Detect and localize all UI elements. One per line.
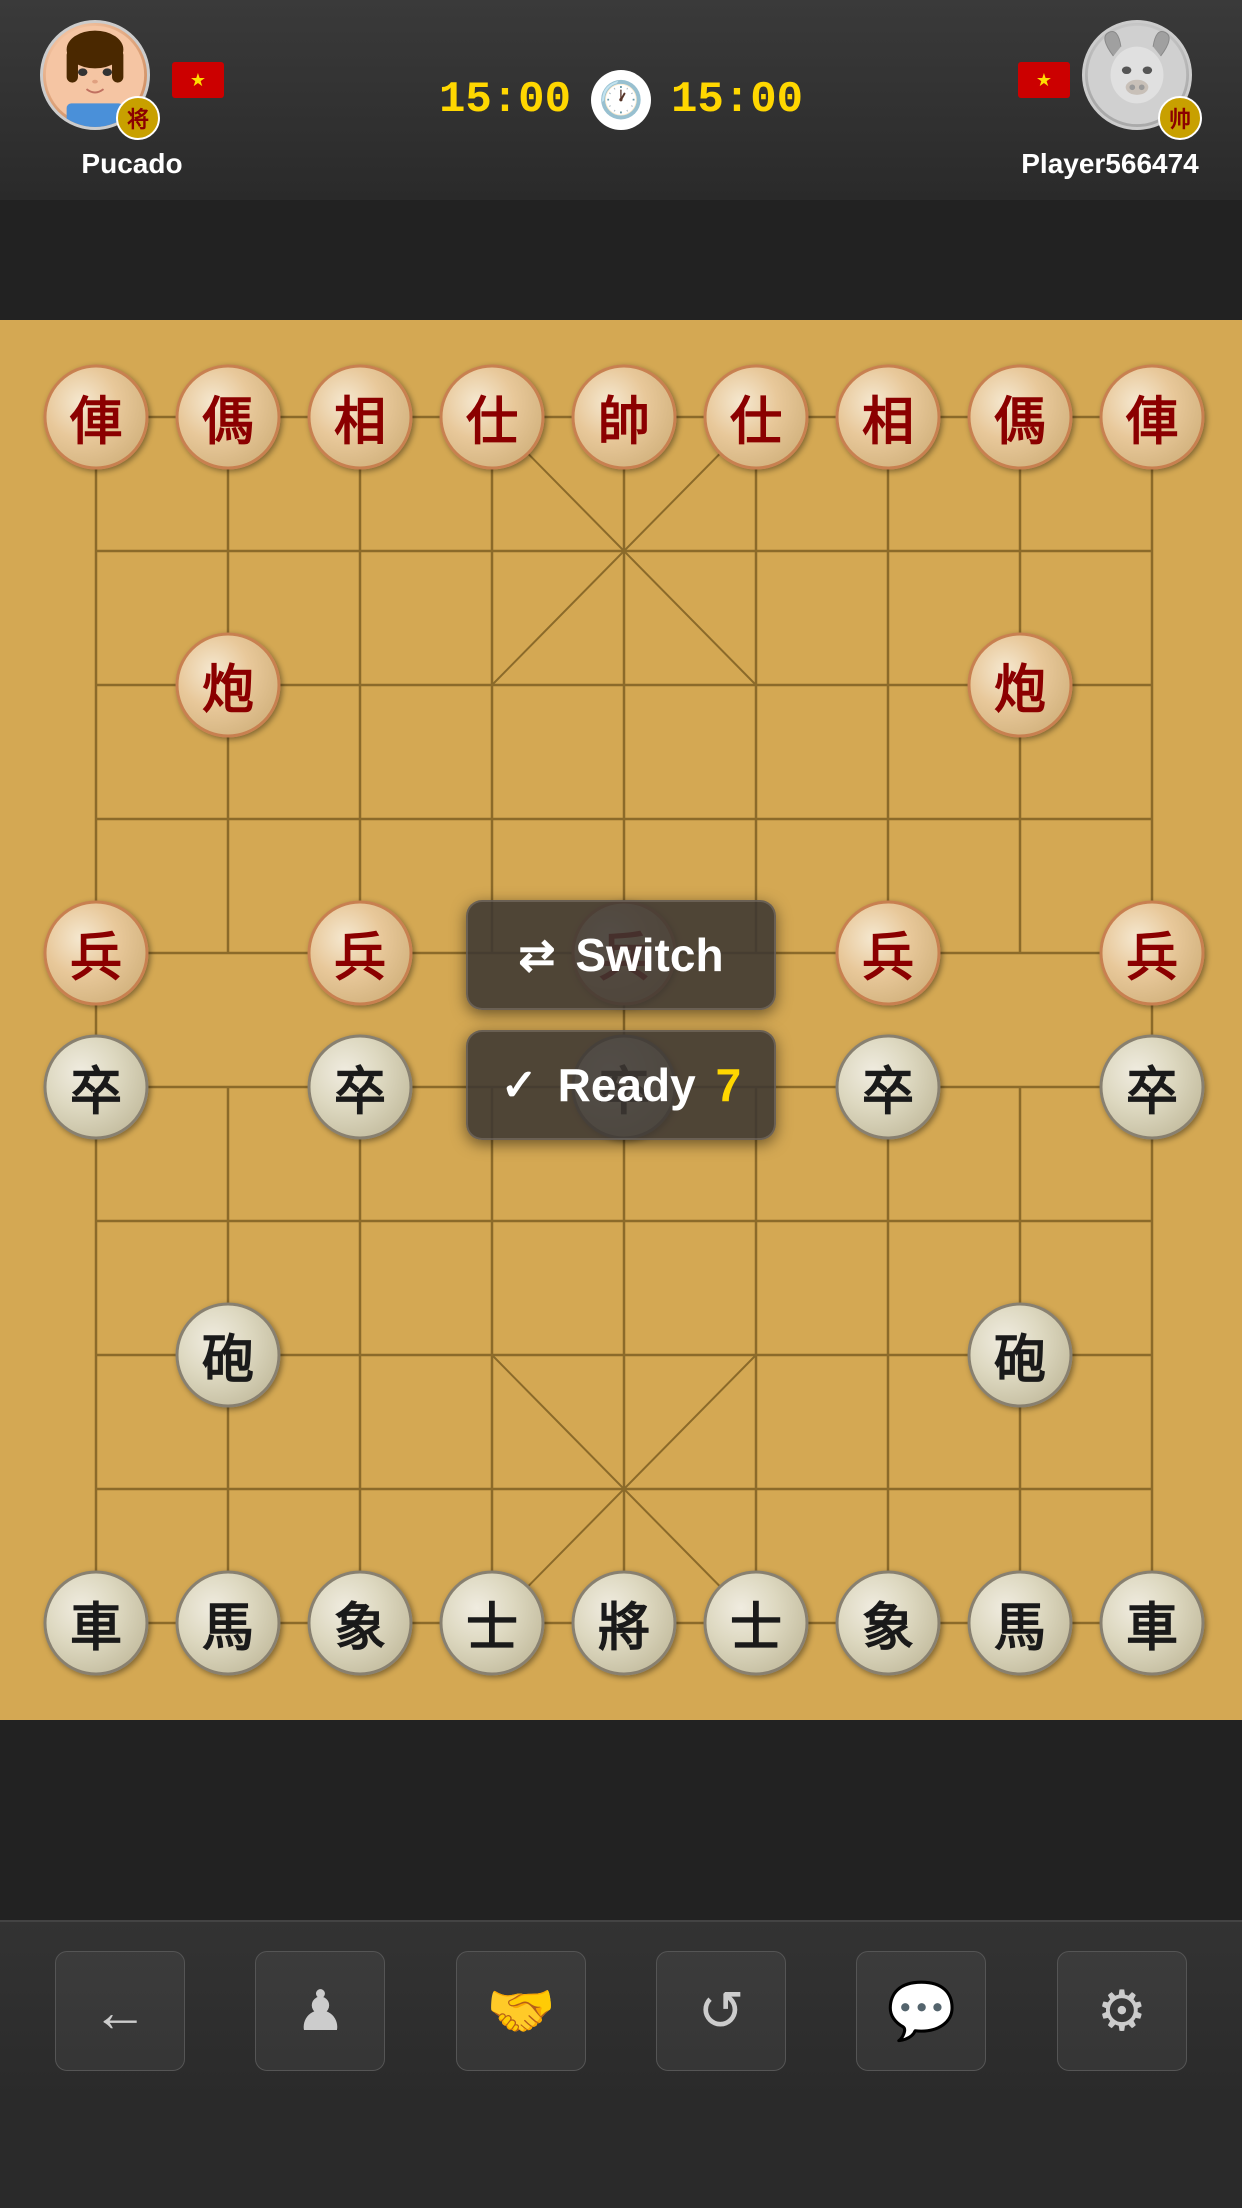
piece[interactable]: 傌 [176,365,281,470]
piece[interactable]: 俥 [44,365,149,470]
settings-button[interactable]: ⚙ [1057,1951,1187,2071]
handshake-button[interactable]: 🤝 [456,1951,586,2071]
back-button[interactable]: ← [55,1951,185,2071]
ready-button[interactable]: ✓ Ready 7 [466,1030,776,1140]
piece[interactable]: 炮 [968,633,1073,738]
header: 将 ★ Pucado 15:00 🕐 15:00 ★ [0,0,1242,200]
piece[interactable]: 士 [440,1571,545,1676]
player-icon: ♟ [295,1978,345,2044]
back-icon: ← [92,1979,148,2044]
piece[interactable]: 砲 [176,1303,281,1408]
piece[interactable]: 車 [1100,1571,1205,1676]
piece[interactable]: 馬 [968,1571,1073,1676]
piece[interactable]: 俥 [1100,365,1205,470]
player2-flag: ★ [1018,62,1070,98]
player1-info: 将 ★ Pucado [40,20,224,180]
player-icon-button[interactable]: ♟ [255,1951,385,2071]
piece[interactable]: 卒 [44,1035,149,1140]
piece[interactable]: 車 [44,1571,149,1676]
clock-icon: 🕐 [591,70,651,130]
piece[interactable]: 相 [308,365,413,470]
piece[interactable]: 兵 [308,901,413,1006]
player1-name: Pucado [81,148,182,180]
piece[interactable]: 相 [836,365,941,470]
piece[interactable]: 卒 [1100,1035,1205,1140]
piece[interactable]: 馬 [176,1571,281,1676]
piece[interactable]: 傌 [968,365,1073,470]
player1-flag: ★ [172,62,224,98]
player2-avatar-container: 帅 [1082,20,1202,140]
ready-count: 7 [716,1058,742,1112]
chat-icon: 💬 [887,1978,957,2044]
undo-button[interactable]: ↺ [656,1951,786,2071]
undo-icon: ↺ [698,1978,745,2044]
player2-name: Player566474 [1021,148,1199,180]
player2-badge: 帅 [1158,96,1202,140]
piece[interactable]: 兵 [1100,901,1205,1006]
player2-info: ★ [1018,20,1202,180]
piece[interactable]: 砲 [968,1303,1073,1408]
piece[interactable]: 兵 [836,901,941,1006]
piece[interactable]: 將 [572,1571,677,1676]
board-container: 俥傌相仕帥仕相傌俥炮炮兵兵兵兵兵卒卒卒卒卒砲砲車馬象士將士象馬車 ⇄ Switc… [0,320,1242,1720]
timer-section: 15:00 🕐 15:00 [439,70,803,130]
switch-icon: ⇄ [518,930,555,981]
overlay-buttons: ⇄ Switch ✓ Ready 7 [466,900,776,1140]
dark-area-top [0,200,1242,320]
switch-button[interactable]: ⇄ Switch [466,900,776,1010]
piece[interactable]: 仕 [704,365,809,470]
piece[interactable]: 兵 [44,901,149,1006]
player1-badge: 将 [116,96,160,140]
footer-toolbar: ← ♟ 🤝 ↺ 💬 ⚙ [0,1920,1242,2100]
timer2: 15:00 [671,75,803,125]
settings-icon: ⚙ [1097,1978,1147,2044]
piece[interactable]: 象 [836,1571,941,1676]
timer1: 15:00 [439,75,571,125]
piece[interactable]: 卒 [308,1035,413,1140]
check-icon: ✓ [501,1060,538,1111]
board: 俥傌相仕帥仕相傌俥炮炮兵兵兵兵兵卒卒卒卒卒砲砲車馬象士將士象馬車 ⇄ Switc… [30,350,1212,1690]
piece[interactable]: 卒 [836,1035,941,1140]
piece[interactable]: 象 [308,1571,413,1676]
piece[interactable]: 仕 [440,365,545,470]
chat-button[interactable]: 💬 [856,1951,986,2071]
switch-label: Switch [575,928,723,982]
handshake-icon: 🤝 [486,1978,556,2044]
dark-area-bottom [0,1720,1242,1920]
piece[interactable]: 炮 [176,633,281,738]
ready-label: Ready [558,1058,696,1112]
piece[interactable]: 帥 [572,365,677,470]
piece[interactable]: 士 [704,1571,809,1676]
player1-avatar-container: 将 [40,20,160,140]
